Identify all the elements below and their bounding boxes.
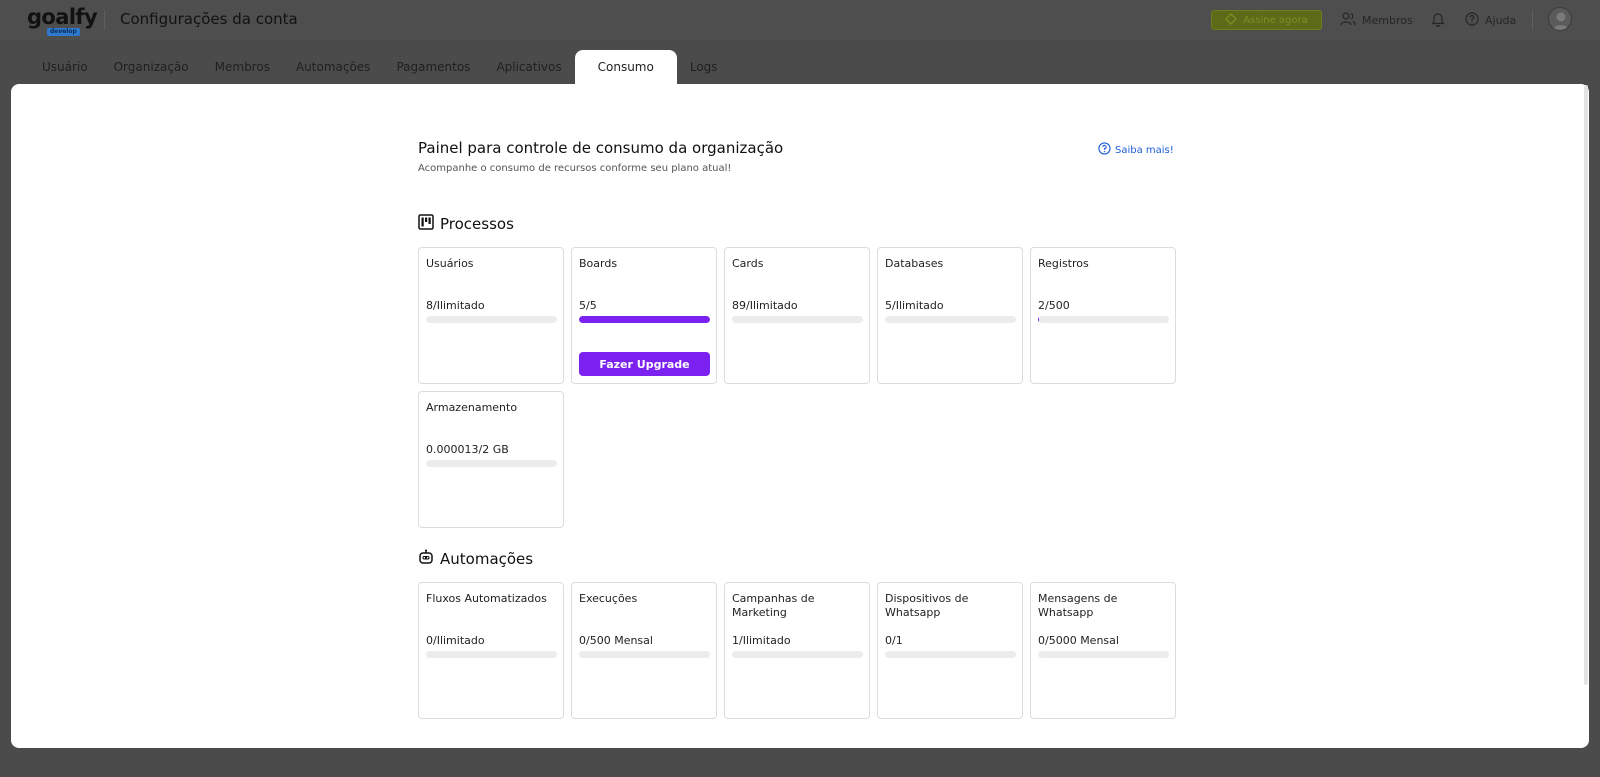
usage-card-databases: Databases 5/Ilimitado <box>877 247 1023 384</box>
usage-card-execucoes: Execuções 0/500 Mensal <box>571 582 717 719</box>
help-circle-icon <box>1465 11 1479 29</box>
tab-aplicativos[interactable]: Aplicativos <box>483 50 574 84</box>
members-label: Membros <box>1362 13 1413 27</box>
usage-progress-bar <box>732 651 863 658</box>
learn-more-link[interactable]: Saiba mais! <box>1098 142 1174 158</box>
usage-card-dispositivos: Dispositivos de Whatsapp 0/1 <box>877 582 1023 719</box>
consumption-panel: Painel para controle de consumo da organ… <box>11 84 1589 748</box>
usage-progress-bar <box>579 316 710 323</box>
usage-progress-bar <box>579 651 710 658</box>
usage-progress-bar <box>1038 651 1169 658</box>
usage-card-registros: Registros 2/500 <box>1030 247 1176 384</box>
usage-card-mensagens: Mensagens de Whatsapp 0/5000 Mensal <box>1030 582 1176 719</box>
learn-more-label: Saiba mais! <box>1115 144 1174 156</box>
usage-card-usuarios: Usuários 8/Ilimitado <box>418 247 564 384</box>
tab-usuario[interactable]: Usuário <box>29 50 101 84</box>
card-title: Registros <box>1038 257 1089 270</box>
usage-card-fluxos: Fluxos Automatizados 0/Ilimitado <box>418 582 564 719</box>
card-value: 5/Ilimitado <box>885 299 944 312</box>
subscribe-label: Assine agora <box>1243 14 1308 26</box>
card-title: Mensagens de Whatsapp <box>1038 592 1118 619</box>
card-value: 2/500 <box>1038 299 1070 312</box>
usage-progress-bar <box>732 316 863 323</box>
section-label: Automações <box>440 550 534 568</box>
section-title-processes: Processos <box>418 214 514 234</box>
usage-progress-bar <box>885 651 1016 658</box>
avatar[interactable] <box>1548 7 1572 31</box>
page-title: Painel para controle de consumo da organ… <box>418 139 784 157</box>
logo-text: goalfy <box>27 5 98 29</box>
card-title: Dispositivos de Whatsapp <box>885 592 969 619</box>
usage-progress-bar <box>426 651 557 658</box>
card-value: 5/5 <box>579 299 597 312</box>
card-title: Boards <box>579 257 618 270</box>
robot-icon <box>418 549 434 569</box>
card-value: 0/500 Mensal <box>579 634 653 647</box>
settings-tabs: Usuário Organização Membros Automações P… <box>29 50 731 84</box>
logo-badge: develop <box>47 28 80 36</box>
usage-card-boards: Boards 5/5 Fazer Upgrade <box>571 247 717 384</box>
members-link[interactable]: Membros <box>1340 10 1413 30</box>
usage-progress-bar <box>1038 316 1169 323</box>
usage-card-cards: Cards 89/Ilimitado <box>724 247 870 384</box>
usage-progress-fill <box>579 316 710 323</box>
diamond-icon <box>1225 12 1238 28</box>
help-circle-icon <box>1098 142 1111 158</box>
card-title: Execuções <box>579 592 638 605</box>
card-title: Armazenamento <box>426 401 518 414</box>
tab-pagamentos[interactable]: Pagamentos <box>383 50 483 84</box>
topbar-divider <box>104 10 105 30</box>
usage-progress-bar <box>426 316 557 323</box>
tab-organizacao[interactable]: Organização <box>101 50 202 84</box>
upgrade-button[interactable]: Fazer Upgrade <box>579 352 710 376</box>
tab-membros[interactable]: Membros <box>202 50 283 84</box>
tab-automacoes[interactable]: Automações <box>283 50 383 84</box>
bell-icon[interactable] <box>1431 11 1447 29</box>
usage-card-armazenamento: Armazenamento 0.000013/2 GB <box>418 391 564 528</box>
topbar-divider-right <box>1532 10 1533 30</box>
card-value: 89/Ilimitado <box>732 299 798 312</box>
tab-consumo[interactable]: Consumo <box>574 50 677 84</box>
usage-progress-bar <box>426 460 557 467</box>
card-value: 0/1 <box>885 634 903 647</box>
card-value: 0/Ilimitado <box>426 634 485 647</box>
card-title: Cards <box>732 257 764 270</box>
section-label: Processos <box>440 215 514 233</box>
section-title-automations: Automações <box>418 549 533 569</box>
kanban-board-icon <box>418 214 434 234</box>
help-label: Ajuda <box>1485 13 1517 27</box>
subscribe-button[interactable]: Assine agora <box>1211 10 1322 30</box>
card-title: Databases <box>885 257 944 270</box>
card-value: 1/Ilimitado <box>732 634 791 647</box>
usage-progress-fill <box>1038 316 1040 323</box>
users-icon <box>1340 11 1356 29</box>
tab-logs[interactable]: Logs <box>677 50 731 84</box>
page-header-title: Configurações da conta <box>120 10 298 28</box>
page-subtitle: Acompanhe o consumo de recursos conforme… <box>418 163 732 174</box>
goalfy-logo[interactable]: goalfy develop <box>27 5 98 36</box>
top-bar: goalfy develop Configurações da conta As… <box>0 0 1600 40</box>
card-value: 8/Ilimitado <box>426 299 485 312</box>
card-title: Usuários <box>426 257 474 270</box>
card-title: Campanhas de Marketing <box>732 592 815 619</box>
help-link[interactable]: Ajuda <box>1465 10 1516 30</box>
usage-progress-bar <box>885 316 1016 323</box>
card-title: Fluxos Automatizados <box>426 592 547 605</box>
card-value: 0.000013/2 GB <box>426 443 509 456</box>
card-value: 0/5000 Mensal <box>1038 634 1119 647</box>
vertical-scrollbar[interactable] <box>1584 85 1588 685</box>
usage-card-campanhas: Campanhas de Marketing 1/Ilimitado <box>724 582 870 719</box>
